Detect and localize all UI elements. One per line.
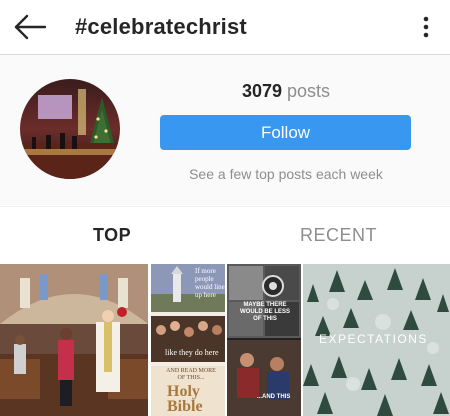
post-caption: EXPECTATIONS (319, 332, 428, 346)
follow-button[interactable]: Follow (160, 115, 411, 150)
more-options-button[interactable] (418, 14, 434, 40)
post-image (0, 264, 148, 416)
post-caption: If more people would line up here (195, 267, 225, 299)
follow-hint: See a few top posts each week (189, 166, 383, 182)
hashtag-header: 3079 posts Follow See a few top posts ea… (0, 55, 450, 205)
post-thumbnail[interactable]: MAYBE THERE WOULD BE LESS OF THIS ...AND… (227, 264, 301, 416)
post-caption: AND READ MORE OF THIS... (166, 368, 216, 381)
hashtag-avatar (20, 79, 120, 179)
post-caption: MAYBE THERE WOULD BE LESS OF THIS (239, 302, 290, 322)
post-thumbnail[interactable]: If more people would line up here like t… (151, 264, 225, 416)
post-count-label: posts (287, 81, 331, 101)
post-count: 3079 posts (160, 79, 412, 103)
post-caption: ...AND THIS (257, 394, 291, 400)
top-bar: #celebratechrist (0, 0, 450, 55)
post-caption: like they do here (165, 348, 219, 357)
post-count-number: 3079 (241, 81, 282, 101)
post-thumbnail[interactable] (0, 264, 148, 416)
post-caption: Holy Bible (167, 383, 203, 415)
post-thumbnail[interactable]: EXPECTATIONS (303, 264, 450, 416)
tab-recent[interactable]: RECENT (300, 225, 377, 246)
more-vertical-icon (423, 16, 429, 38)
feed-tabs: TOP RECENT (0, 206, 450, 265)
post-grid: If more people would line up here like t… (0, 264, 450, 416)
back-button[interactable] (12, 12, 48, 42)
page-title: #celebratechrist (75, 14, 247, 39)
tab-top[interactable]: TOP (93, 225, 131, 246)
back-arrow-icon (14, 14, 47, 40)
